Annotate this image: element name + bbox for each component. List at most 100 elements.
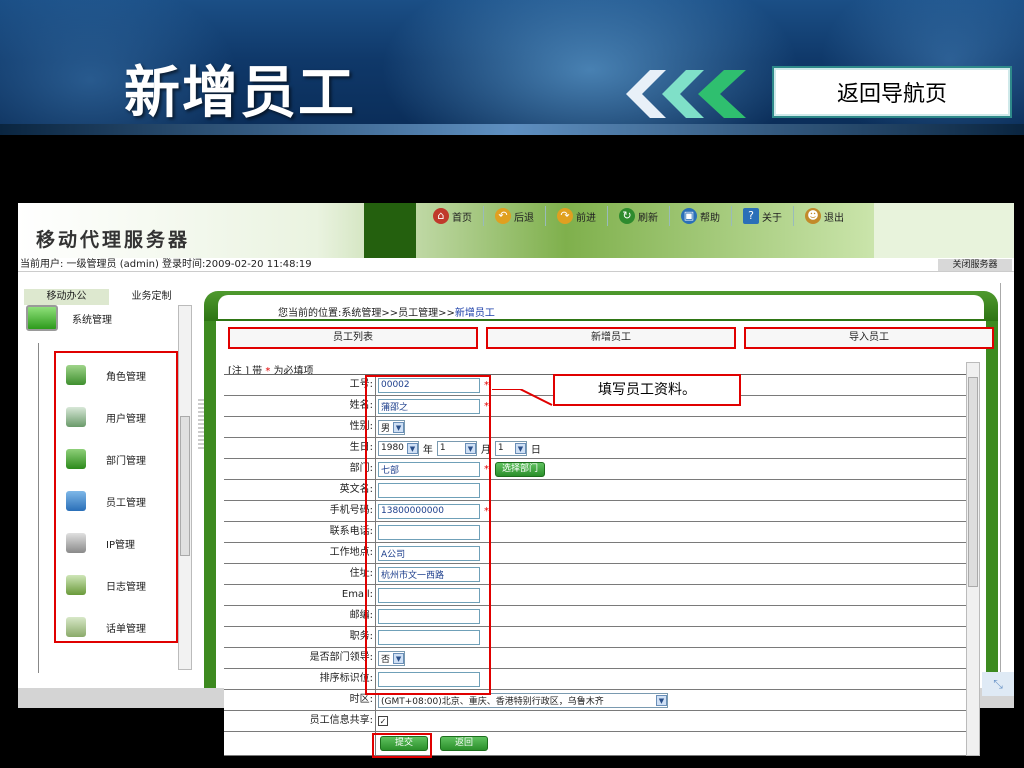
toolbar: ⌂ 首页 ↶ 后退 ↷ 前进 ↻ 刷新 ▣ 帮助 ? 关于 ☻ 退出 xyxy=(422,205,855,227)
window-corner-icon: ⤡ xyxy=(982,672,1014,696)
form-scrollbar[interactable] xyxy=(966,362,980,756)
is-leader-select[interactable]: 否 ▼ xyxy=(378,650,406,666)
tab-business-custom[interactable]: 业务定制 xyxy=(109,289,194,305)
home-icon: ⌂ xyxy=(433,208,449,224)
sidebar-root-system[interactable]: 系统管理 xyxy=(26,305,112,331)
emp-no-input[interactable] xyxy=(378,377,480,393)
submit-button[interactable]: 提交 xyxy=(380,736,428,751)
chevron-down-icon: ▼ xyxy=(514,442,526,454)
department-icon xyxy=(66,449,86,469)
work-place-input[interactable] xyxy=(378,545,480,561)
chevron-down-icon: ▼ xyxy=(464,442,476,454)
form-scroll-thumb[interactable] xyxy=(968,377,978,587)
row-is-leader: 是否部门领导: 否 ▼ xyxy=(224,648,980,669)
help-book-icon: ▣ xyxy=(681,208,697,224)
row-share: 员工信息共享: ✓ xyxy=(224,711,980,732)
question-icon: ? xyxy=(743,208,759,224)
sidebar-item-employee[interactable]: 员工管理 xyxy=(66,491,146,511)
sidebar-item-log[interactable]: 日志管理 xyxy=(66,575,146,595)
page-scrollbar[interactable] xyxy=(1000,283,1014,683)
row-timezone: 时区: (GMT+08:00)北京、重庆、香港特别行政区，乌鲁木齐 ▼ xyxy=(224,690,980,711)
status-bar: 当前用户: 一级管理员 (admin) 登录时间:2009-02-20 11:4… xyxy=(18,258,1014,272)
row-mobile: 手机号码:* xyxy=(224,501,980,522)
chevron-down-icon: ▼ xyxy=(406,442,418,454)
chevron-down-icon: ▼ xyxy=(656,694,667,706)
position-input[interactable] xyxy=(378,629,480,645)
name-input[interactable] xyxy=(378,398,480,414)
toolbar-about[interactable]: ? 关于 xyxy=(732,206,794,226)
toolbar-forward[interactable]: ↷ 前进 xyxy=(546,206,608,226)
sidebar-item-user[interactable]: 用户管理 xyxy=(66,407,146,427)
row-english-name: 英文名: xyxy=(224,480,980,501)
row-email: Email: xyxy=(224,585,980,606)
back-icon: ↶ xyxy=(495,208,511,224)
email-input[interactable] xyxy=(378,587,480,603)
role-icon xyxy=(66,365,86,385)
toolbar-exit[interactable]: ☻ 退出 xyxy=(794,206,855,226)
toolbar-back[interactable]: ↶ 后退 xyxy=(484,206,546,226)
user-icon xyxy=(66,407,86,427)
phone-input[interactable] xyxy=(378,524,480,540)
row-gender: 性别: 男 ▼ xyxy=(224,417,980,438)
log-icon xyxy=(66,575,86,595)
callout-pointer xyxy=(492,389,553,406)
row-actions: 提交 返回 xyxy=(224,732,980,756)
app-logo: 移动代理服务器 xyxy=(36,229,191,251)
sub-tabs: 员工列表 新增员工 导入员工 xyxy=(228,327,994,349)
row-work-place: 工作地点: xyxy=(224,543,980,564)
refresh-icon: ↻ xyxy=(619,208,635,224)
sidebar-item-role[interactable]: 角色管理 xyxy=(66,365,146,385)
timezone-select[interactable]: (GMT+08:00)北京、重庆、香港特别行政区，乌鲁木齐 ▼ xyxy=(378,692,668,708)
row-address: 住址: xyxy=(224,564,980,585)
select-department-button[interactable]: 选择部门 xyxy=(495,461,546,477)
sidebar-scrollbar[interactable] xyxy=(178,305,192,670)
employee-icon xyxy=(66,491,86,511)
toolbar-help[interactable]: ▣ 帮助 xyxy=(670,206,732,226)
sidebar-item-ip[interactable]: IP管理 xyxy=(66,533,135,553)
row-sort-id: 排序标识位: xyxy=(224,669,980,690)
birth-day-select[interactable]: 1 ▼ xyxy=(494,440,527,456)
forward-icon: ↷ xyxy=(557,208,573,224)
breadcrumb: 您当前的位置:系统管理>>员工管理>>新增员工 xyxy=(278,308,495,319)
chevron-down-icon: ▼ xyxy=(393,421,405,433)
toolbar-home[interactable]: ⌂ 首页 xyxy=(422,206,484,226)
share-checkbox[interactable]: ✓ xyxy=(378,716,388,726)
row-phone: 联系电话: xyxy=(224,522,980,543)
bill-icon xyxy=(66,617,86,637)
sidebar-menu: 角色管理 用户管理 部门管理 员工管理 IP管理 日志管理 话单管理 xyxy=(54,351,178,643)
chevron-down-icon: ▼ xyxy=(393,652,405,664)
back-chevrons-icon xyxy=(626,70,746,118)
ip-icon xyxy=(66,533,86,553)
exit-person-icon: ☻ xyxy=(805,208,821,224)
callout-note: 填写员工资料。 xyxy=(553,374,741,406)
birth-year-select[interactable]: 1980 ▼ xyxy=(378,440,419,456)
row-postcode: 邮编: xyxy=(224,606,980,627)
nav-back-button[interactable]: 返回导航页 xyxy=(772,66,1012,118)
sidebar: 移动办公 业务定制 系统管理 角色管理 用户管理 部门管理 员工管理 IP管理 … xyxy=(18,273,200,683)
sidebar-scroll-thumb[interactable] xyxy=(180,416,190,556)
tab-employee-list[interactable]: 员工列表 xyxy=(228,327,478,349)
row-department: 部门:*选择部门 xyxy=(224,459,980,480)
tab-import-employee[interactable]: 导入员工 xyxy=(744,327,994,349)
close-server-button[interactable]: 关闭服务器 xyxy=(938,259,1012,271)
slide-title: 新增员工 xyxy=(124,61,356,126)
back-button[interactable]: 返回 xyxy=(440,736,488,751)
monitor-icon xyxy=(26,305,58,331)
row-birthday: 生日: 1980 ▼ 年 1 ▼ 月 1 ▼ 日 xyxy=(224,438,980,459)
gender-select[interactable]: 男 ▼ xyxy=(378,419,406,435)
address-input[interactable] xyxy=(378,566,480,582)
employee-form: 工号:* 姓名:* 性别:男▼ 生日: 1980▼年 1▼月 1▼日 部门:*选… xyxy=(224,374,980,756)
birth-month-select[interactable]: 1 ▼ xyxy=(436,440,477,456)
mobile-input[interactable] xyxy=(378,503,480,519)
sort-id-input[interactable] xyxy=(378,671,480,687)
row-position: 职务: xyxy=(224,627,980,648)
sidebar-tabs: 移动办公 业务定制 xyxy=(24,289,194,305)
department-input[interactable] xyxy=(378,461,480,477)
tab-mobile-office[interactable]: 移动办公 xyxy=(24,289,109,305)
tab-add-employee[interactable]: 新增员工 xyxy=(486,327,736,349)
sidebar-item-department[interactable]: 部门管理 xyxy=(66,449,146,469)
english-name-input[interactable] xyxy=(378,482,480,498)
postcode-input[interactable] xyxy=(378,608,480,624)
toolbar-refresh[interactable]: ↻ 刷新 xyxy=(608,206,670,226)
sidebar-item-bill[interactable]: 话单管理 xyxy=(66,617,146,637)
